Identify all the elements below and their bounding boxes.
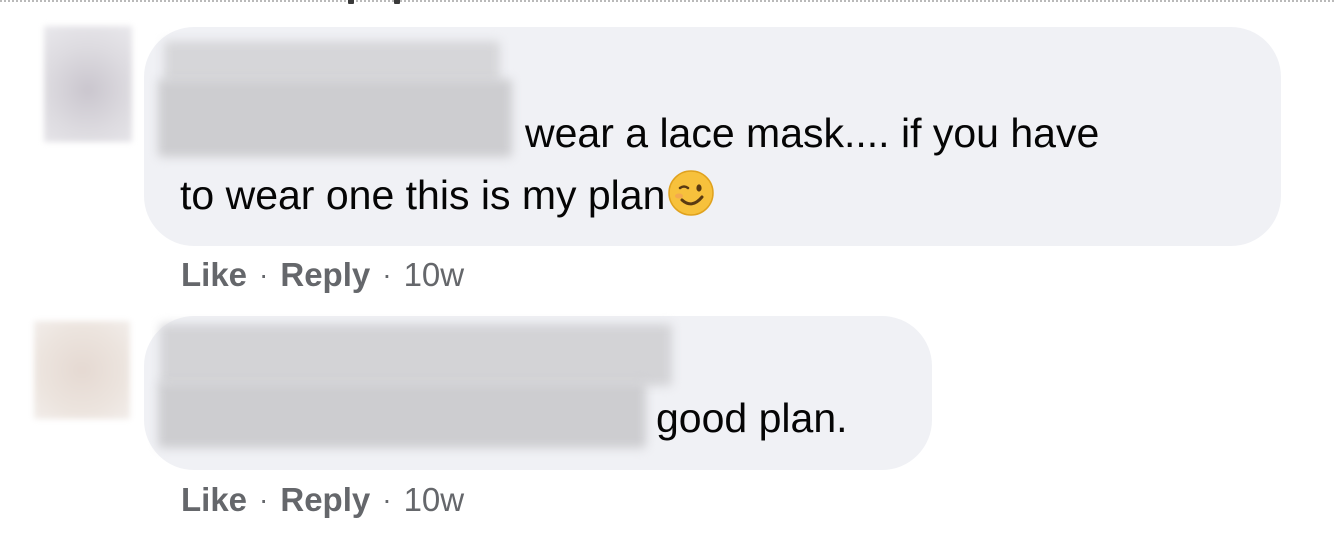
comment-actions: Like · Reply · 10w bbox=[181, 481, 464, 519]
cropped-text-fragment bbox=[338, 0, 408, 8]
timestamp-link[interactable]: 10w bbox=[404, 481, 465, 519]
top-divider bbox=[0, 0, 1334, 2]
comment-bubble: good plan. bbox=[144, 316, 932, 470]
separator: · bbox=[259, 259, 269, 290]
reply-button[interactable]: Reply bbox=[280, 481, 370, 519]
winking-face-icon bbox=[668, 170, 715, 216]
redacted-name[interactable] bbox=[164, 41, 500, 83]
comment-text-segment: to wear one this is my plan bbox=[180, 172, 666, 218]
like-button[interactable]: Like bbox=[181, 256, 247, 294]
separator: · bbox=[259, 484, 269, 515]
timestamp-link[interactable]: 10w bbox=[404, 256, 465, 294]
avatar[interactable] bbox=[44, 26, 132, 142]
comment-text-line: good plan. bbox=[656, 395, 848, 441]
redacted-name[interactable] bbox=[160, 324, 672, 386]
comment-actions: Like · Reply · 10w bbox=[181, 256, 464, 294]
separator: · bbox=[382, 259, 392, 290]
comment-text-line: to wear one this is my plan bbox=[180, 164, 715, 226]
avatar[interactable] bbox=[34, 321, 130, 419]
redacted-tag bbox=[158, 382, 646, 448]
redacted-tag bbox=[158, 79, 512, 157]
comment-bubble: wear a lace mask.... if you have to wear… bbox=[144, 27, 1281, 246]
comment-text-line: wear a lace mask.... if you have bbox=[525, 110, 1100, 156]
separator: · bbox=[382, 484, 392, 515]
like-button[interactable]: Like bbox=[181, 481, 247, 519]
reply-button[interactable]: Reply bbox=[280, 256, 370, 294]
